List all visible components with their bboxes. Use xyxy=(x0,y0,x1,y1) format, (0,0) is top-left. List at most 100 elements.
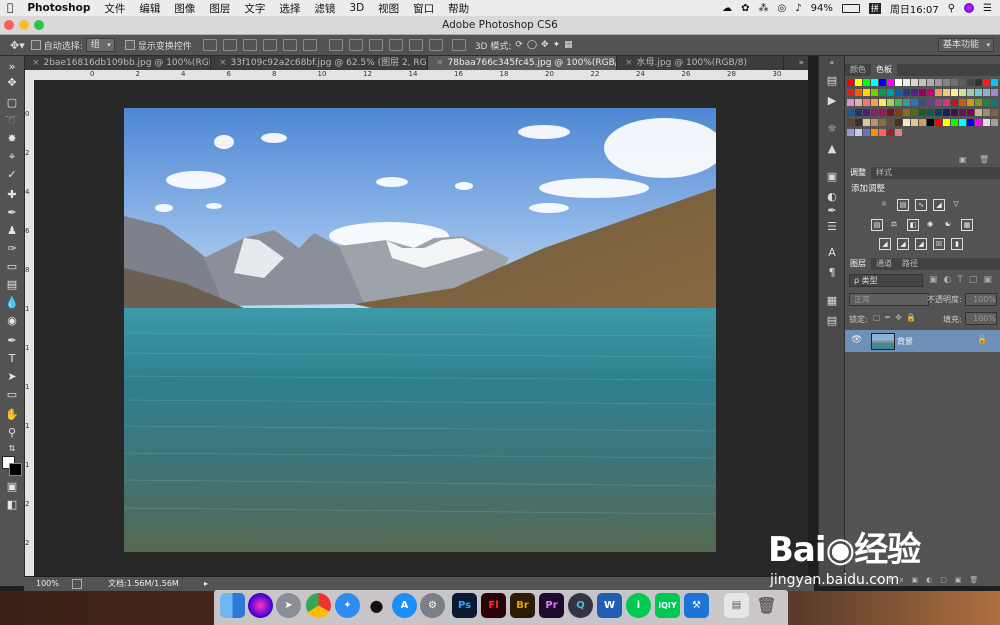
color-swatch[interactable] xyxy=(855,99,862,106)
app-menu-photoshop[interactable]: Photoshop xyxy=(20,2,97,14)
color-swatch[interactable] xyxy=(967,99,974,106)
clock[interactable]: 周日16:07 xyxy=(890,1,939,16)
lock-icons[interactable]: ▢✒✥🔒 xyxy=(873,313,920,322)
tab-document-3[interactable]: × 78baa766c345fc45.jpg @ 100%(RGB/8) xyxy=(428,56,617,70)
tab-channels[interactable]: 通道 xyxy=(871,258,897,270)
history-brush-tool-icon[interactable]: ✑ xyxy=(5,242,19,256)
tab-paths[interactable]: 路径 xyxy=(897,258,923,270)
distribute-left-icon[interactable] xyxy=(388,39,403,51)
color-swatch[interactable] xyxy=(879,119,886,126)
siri-dock-icon[interactable] xyxy=(248,593,273,618)
color-swatch[interactable] xyxy=(887,99,894,106)
photoshop-dock-icon[interactable]: Ps xyxy=(452,593,477,618)
color-swatch[interactable] xyxy=(935,89,942,96)
color-swatch[interactable] xyxy=(855,79,862,86)
status-export-icon[interactable] xyxy=(72,579,82,589)
color-swatch[interactable] xyxy=(919,99,926,106)
brush-panel-icon[interactable]: ☰ xyxy=(825,220,839,234)
crop-tool-icon[interactable]: ⌖ xyxy=(5,150,19,164)
pen-tool-icon[interactable]: ✒ xyxy=(5,334,19,348)
workspace-dropdown[interactable]: 基本功能 ▾ xyxy=(937,38,994,52)
color-swatch[interactable] xyxy=(935,99,942,106)
3d-rotate-icon[interactable]: ⟳ xyxy=(515,40,523,50)
color-swatch[interactable] xyxy=(943,119,950,126)
color-swatch[interactable] xyxy=(927,109,934,116)
brightness-contrast-icon[interactable]: ☼ xyxy=(879,199,889,209)
lasso-tool-icon[interactable]: ➰ xyxy=(5,114,19,128)
align-bottom-icon[interactable] xyxy=(242,39,257,51)
close-tab-icon[interactable]: × xyxy=(219,58,227,68)
tab-document-2[interactable]: ×33f109c92a2c68bf.jpg @ 62.5% (图层 2, RGB… xyxy=(211,56,428,70)
shape-tool-icon[interactable]: ▭ xyxy=(5,388,19,402)
eyedropper-tool-icon[interactable]: ✓ xyxy=(5,168,19,182)
color-swatch[interactable] xyxy=(911,79,918,86)
color-swatch[interactable] xyxy=(847,79,854,86)
document-image[interactable] xyxy=(124,108,716,552)
marquee-tool-icon[interactable]: ▢ xyxy=(5,96,19,110)
invert-icon[interactable]: ◢ xyxy=(879,238,891,250)
color-swatch[interactable] xyxy=(855,109,862,116)
color-swatch[interactable] xyxy=(879,109,886,116)
align-left-icon[interactable] xyxy=(262,39,277,51)
swap-colors-icon[interactable]: ⇅ xyxy=(5,442,19,456)
tab-document-1[interactable]: × 2bae16816db109bb.jpg @ 100%(RGB/8) xyxy=(24,56,211,70)
color-swatch[interactable] xyxy=(887,109,894,116)
channel-mixer-icon[interactable]: ☯ xyxy=(943,219,953,229)
color-swatch[interactable] xyxy=(975,79,982,86)
safari-icon[interactable]: ✦ xyxy=(335,593,360,618)
color-swatch[interactable] xyxy=(903,99,910,106)
color-swatch[interactable] xyxy=(943,89,950,96)
tab-swatches[interactable]: 色板 xyxy=(871,64,897,76)
tabs-overflow-icon[interactable]: » xyxy=(798,56,804,70)
adjustments-panel-icon[interactable]: ☼ xyxy=(825,122,839,136)
quick-select-tool-icon[interactable]: ✸ xyxy=(5,132,19,146)
color-swatch[interactable] xyxy=(975,119,982,126)
color-swatch[interactable] xyxy=(847,109,854,116)
color-swatch[interactable] xyxy=(847,99,854,106)
color-swatch[interactable] xyxy=(951,79,958,86)
levels-icon[interactable]: ▤ xyxy=(897,199,909,211)
3d-pan-icon[interactable]: ✥ xyxy=(541,40,549,50)
bluetooth-icon[interactable]: ⁂ xyxy=(759,3,769,14)
color-swatch[interactable] xyxy=(847,119,854,126)
color-swatch[interactable] xyxy=(983,119,990,126)
actions-panel-icon[interactable]: ▶ xyxy=(825,94,839,108)
gradient-map-icon[interactable]: ▮ xyxy=(951,238,963,250)
layer-name[interactable]: 背景 xyxy=(897,336,913,347)
exposure-icon[interactable]: ◢ xyxy=(933,199,945,211)
color-swatch[interactable] xyxy=(895,99,902,106)
close-tab-icon[interactable]: × xyxy=(32,58,40,68)
menu-3d[interactable]: 3D xyxy=(342,2,371,14)
bridge-dock-icon[interactable]: Br xyxy=(510,593,535,618)
volume-icon[interactable]: ♪ xyxy=(795,3,801,14)
menu-edit[interactable]: 编辑 xyxy=(132,1,167,16)
menu-help[interactable]: 帮助 xyxy=(441,1,476,16)
color-swatch[interactable] xyxy=(879,129,886,136)
horizontal-ruler[interactable]: 02468101214161820222426283032 xyxy=(24,70,827,80)
tab-layers[interactable]: 图层 xyxy=(845,258,871,270)
color-swatch[interactable] xyxy=(903,109,910,116)
color-swatch[interactable] xyxy=(847,89,854,96)
color-swatch[interactable] xyxy=(935,119,942,126)
collapse-panels-icon[interactable]: « xyxy=(825,56,839,70)
color-swatch[interactable] xyxy=(887,89,894,96)
color-swatch[interactable] xyxy=(919,119,926,126)
color-swatch[interactable] xyxy=(871,119,878,126)
color-swatch[interactable] xyxy=(927,79,934,86)
color-swatch[interactable] xyxy=(887,119,894,126)
3d-slide-icon[interactable]: ✦ xyxy=(553,40,561,50)
color-swatch[interactable] xyxy=(863,79,870,86)
layer-visibility-eye-icon[interactable]: 👁 xyxy=(851,335,862,345)
color-swatch[interactable] xyxy=(975,99,982,106)
color-swatch[interactable] xyxy=(871,109,878,116)
zoom-window-button[interactable] xyxy=(34,20,44,30)
launchpad-icon[interactable]: ➤ xyxy=(276,593,301,618)
color-swatch[interactable] xyxy=(895,79,902,86)
qq-icon[interactable]: ● xyxy=(364,593,389,618)
threshold-icon[interactable]: ◢ xyxy=(915,238,927,250)
blend-mode-dropdown[interactable]: 正常 xyxy=(849,293,929,306)
history-panel-icon[interactable]: ▤ xyxy=(825,74,839,88)
color-swatch[interactable] xyxy=(919,79,926,86)
layer-filter-icons[interactable]: ▣◐T□▣ xyxy=(929,275,998,285)
vibrance-icon[interactable]: ▽ xyxy=(951,199,961,209)
